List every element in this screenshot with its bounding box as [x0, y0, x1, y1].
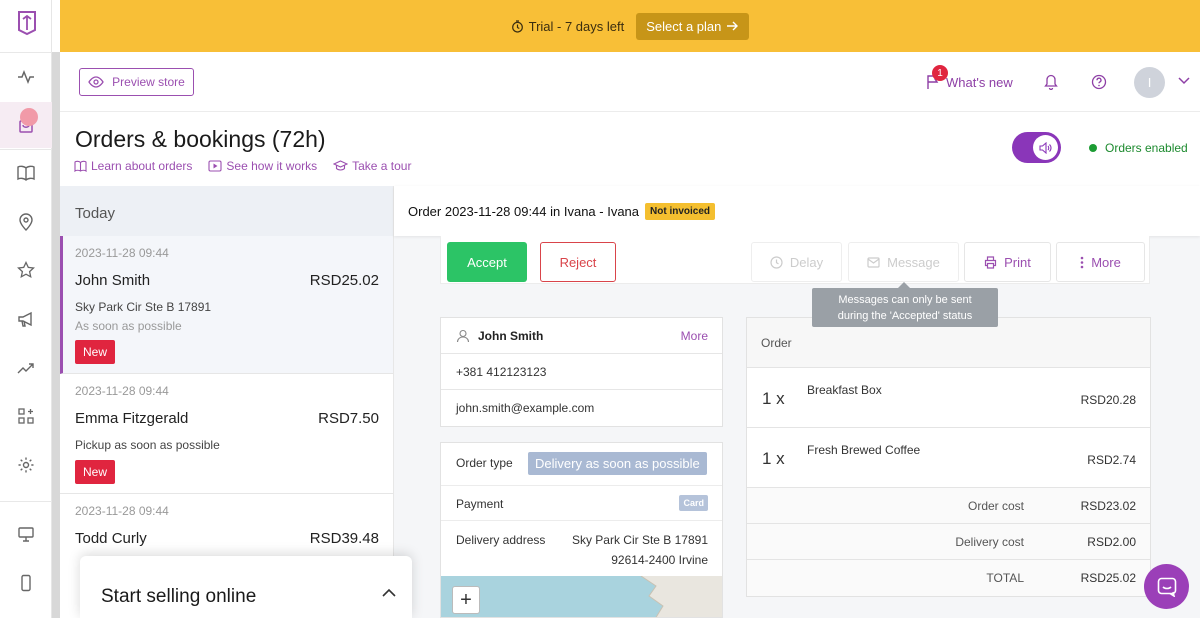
- top-bar: Preview store What's new 1 I: [60, 52, 1200, 112]
- user-icon: [456, 329, 470, 343]
- order-detail: Order 2023-11-28 09:44 in Ivana - Ivana …: [394, 186, 1200, 618]
- chat-launcher-button[interactable]: [1144, 564, 1189, 609]
- graduation-cap-icon: [333, 160, 349, 172]
- book-icon: [17, 164, 35, 182]
- customer-more-link[interactable]: More: [681, 329, 708, 343]
- select-plan-button[interactable]: Select a plan: [636, 12, 750, 40]
- nav-apps[interactable]: [0, 393, 52, 439]
- message-disabled-tooltip: Messages can only be sent during the 'Ac…: [812, 282, 998, 327]
- customer-phone[interactable]: +381 412123123: [441, 354, 722, 390]
- total-row: TOTAL RSD25.02: [747, 560, 1150, 596]
- avatar[interactable]: I: [1134, 67, 1165, 98]
- chevron-down-icon[interactable]: [1178, 77, 1190, 85]
- mobile-icon: [17, 574, 35, 592]
- trending-icon: [17, 359, 35, 377]
- nav-desktop[interactable]: [0, 511, 52, 557]
- start-selling-panel[interactable]: Start selling online: [80, 556, 412, 618]
- order-type-label: Order type: [456, 456, 513, 470]
- dots-icon: [1080, 256, 1084, 269]
- order-cost-row: Order cost RSD23.02: [747, 488, 1150, 524]
- invoice-status-badge: Not invoiced: [645, 202, 716, 220]
- logo-icon[interactable]: [16, 10, 38, 36]
- new-badge: New: [75, 460, 116, 484]
- order-list: Today 2023-11-28 09:44 John Smith RSD25.…: [60, 186, 394, 618]
- take-a-tour-link[interactable]: Take a tour: [333, 159, 411, 173]
- left-nav: [0, 0, 52, 618]
- orders-enabled-status: Orders enabled: [1089, 141, 1188, 155]
- order-action-bar: Accept Reject Delay Message Print More: [440, 236, 1150, 284]
- summary-item: 1 x Breakfast Box RSD20.28: [747, 368, 1150, 428]
- order-title: Order 2023-11-28 09:44 in Ivana - Ivana: [408, 203, 640, 219]
- print-button[interactable]: Print: [964, 242, 1051, 282]
- new-badge: New: [75, 340, 116, 364]
- delivery-address-label: Delivery address: [456, 533, 546, 547]
- order-detail-header: Order 2023-11-28 09:44 in Ivana - Ivana …: [394, 186, 1200, 236]
- delay-button[interactable]: Delay: [751, 242, 842, 282]
- apps-icon: [17, 407, 35, 425]
- order-list-item[interactable]: 2023-11-28 09:44 Emma Fitzgerald RSD7.50…: [60, 374, 393, 494]
- location-icon: [17, 213, 35, 231]
- payment-method-badge: Card: [679, 495, 708, 511]
- nav-activity[interactable]: [0, 54, 52, 100]
- trial-banner: Trial - 7 days left Select a plan: [60, 0, 1200, 52]
- payment-label: Payment: [456, 497, 504, 511]
- delivery-address: Sky Park Cir Ste B 17891 92614-2400 Irvi…: [571, 533, 708, 567]
- nav-marketing[interactable]: [0, 296, 52, 342]
- whats-new-badge: 1: [932, 65, 948, 81]
- delivery-cost-row: Delivery cost RSD2.00: [747, 524, 1150, 560]
- gear-icon: [17, 456, 35, 474]
- sidebar-scrollbar[interactable]: [52, 52, 60, 618]
- activity-icon: [17, 68, 35, 86]
- nav-reviews[interactable]: [0, 247, 52, 293]
- customer-name: John Smith: [478, 328, 544, 343]
- nav-settings[interactable]: [0, 442, 52, 488]
- orders-sound-toggle[interactable]: [1012, 132, 1061, 163]
- accept-button[interactable]: Accept: [447, 242, 527, 282]
- clock-icon: [770, 255, 783, 269]
- order-info-card: Order type Delivery as soon as possible …: [440, 442, 723, 618]
- orders-notification-dot: [20, 108, 38, 126]
- preview-store-button[interactable]: Preview store: [79, 68, 194, 96]
- message-button[interactable]: Message: [848, 242, 959, 282]
- summary-item: 1 x Fresh Brewed Coffee RSD2.74: [747, 428, 1150, 488]
- order-type-badge: Delivery as soon as possible: [528, 452, 707, 475]
- customer-card: John Smith More +381 412123123 john.smit…: [440, 317, 723, 427]
- nav-reports[interactable]: [0, 345, 52, 391]
- nav-menu[interactable]: [0, 150, 52, 196]
- mail-icon: [867, 256, 880, 268]
- status-dot: [1089, 144, 1097, 152]
- order-list-item[interactable]: 2023-11-28 09:44 John Smith RSD25.02 Sky…: [60, 236, 393, 374]
- play-icon: [208, 160, 222, 172]
- chat-icon: [1157, 577, 1177, 597]
- customer-email[interactable]: john.smith@example.com: [441, 390, 722, 426]
- chevron-up-icon[interactable]: [382, 588, 396, 597]
- printer-icon: [984, 255, 997, 269]
- trial-text: Trial - 7 days left: [528, 18, 625, 34]
- more-actions-button[interactable]: More: [1056, 242, 1145, 282]
- nav-mobile[interactable]: [0, 560, 52, 606]
- sound-icon: [1033, 135, 1058, 160]
- nav-orders[interactable]: [0, 102, 52, 148]
- eye-icon: [88, 76, 104, 88]
- see-how-it-works-link[interactable]: See how it works: [208, 159, 317, 173]
- star-icon: [17, 261, 35, 279]
- bell-icon[interactable]: [1044, 74, 1058, 90]
- help-icon[interactable]: [1091, 74, 1107, 90]
- map-zoom-in-button[interactable]: +: [452, 586, 480, 614]
- list-group-header: Today: [60, 186, 393, 236]
- monitor-icon: [17, 525, 35, 543]
- megaphone-icon: [17, 310, 35, 328]
- timer-icon: [511, 19, 524, 33]
- page-title: Orders & bookings (72h): [75, 126, 326, 152]
- nav-locations[interactable]: [0, 199, 52, 245]
- delivery-map[interactable]: +: [441, 576, 722, 617]
- reject-button[interactable]: Reject: [540, 242, 616, 282]
- header-links: Learn about orders See how it works Take…: [74, 159, 411, 173]
- start-selling-title: Start selling online: [101, 586, 257, 607]
- learn-about-orders-link[interactable]: Learn about orders: [74, 159, 192, 173]
- order-summary: Order 1 x Breakfast Box RSD20.28 1 x Fre…: [746, 317, 1151, 597]
- arrow-right-icon: [727, 21, 739, 31]
- book-icon: [74, 160, 87, 172]
- page-header: Orders & bookings (72h) Learn about orde…: [60, 112, 1200, 186]
